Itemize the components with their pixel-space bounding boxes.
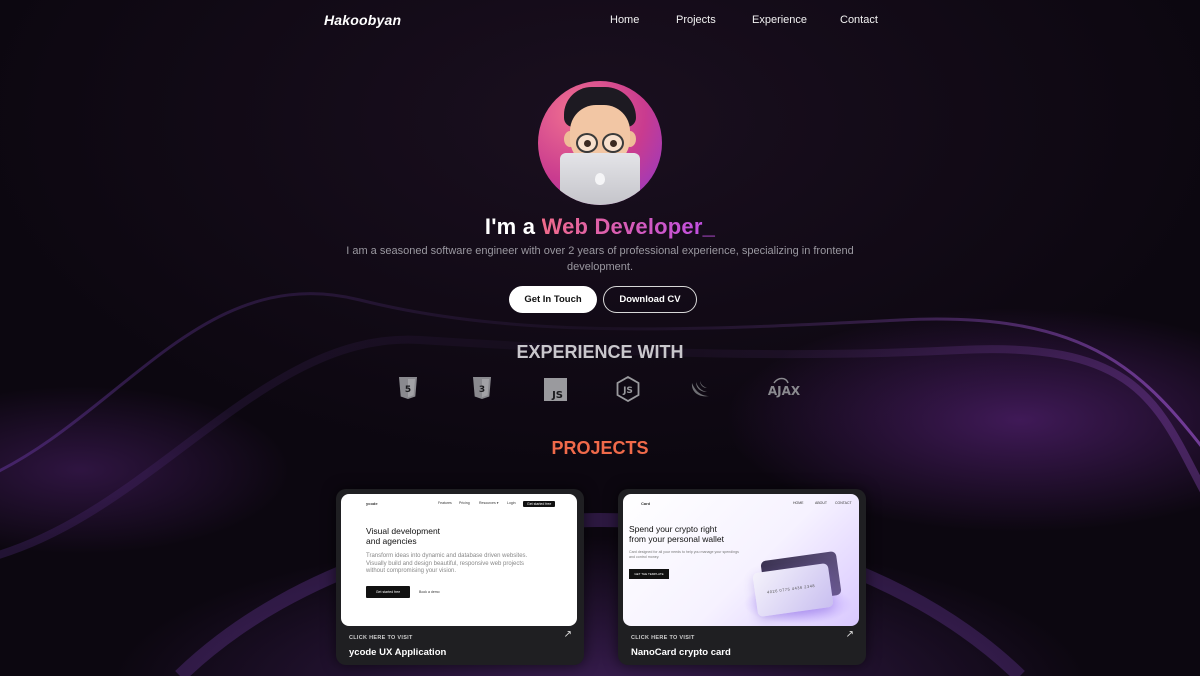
ajax-icon: AJAX [764, 377, 804, 401]
projects-title: PROJECTS [551, 438, 649, 458]
hero-title: I'm a Web Developer_ [0, 214, 1200, 240]
hero-title-prefix: I'm a [484, 214, 536, 239]
preview-secondary-button: Book a demo [419, 590, 440, 594]
avatar-glasses-right [602, 133, 624, 153]
preview-nav-item: Pricing [459, 501, 470, 505]
preview-navbar: ycode Features Pricing Resources ▾ Login… [341, 499, 577, 509]
project-preview-nanocard: Card HOME ABOUT CONTACT Spend your crypt… [623, 494, 859, 626]
svg-text:JS: JS [551, 390, 563, 401]
preview-primary-button: Get started free [366, 586, 410, 598]
css3-icon: 3 [470, 377, 494, 401]
experience-title: EXPERIENCE WITH [516, 342, 684, 362]
preview-nav-item: ABOUT [815, 501, 828, 505]
nav-link-projects[interactable]: Projects [676, 14, 716, 26]
preview-brand: ycode [366, 501, 378, 506]
apple-logo-icon [595, 173, 605, 185]
external-link-arrow-icon[interactable]: ↗ [846, 629, 854, 640]
html5-icon: 5 [396, 377, 420, 401]
download-cv-button[interactable]: Download CV [603, 286, 697, 313]
get-in-touch-button[interactable]: Get In Touch [509, 286, 597, 313]
avatar-glasses-left [576, 133, 598, 153]
jquery-icon [689, 377, 713, 401]
preview-paragraph: Transform ideas into dynamic and databas… [366, 553, 528, 574]
typing-cursor: _ [702, 214, 716, 239]
project-card-title: NanoCard crypto card [631, 647, 731, 658]
preview-heading: Spend your crypto right from your person… [629, 524, 724, 544]
project-card-title: ycode UX Application [349, 647, 447, 658]
nav-link-experience[interactable]: Experience [752, 14, 807, 26]
preview-nav-item: Login [507, 501, 516, 505]
nav-link-home[interactable]: Home [610, 14, 639, 26]
preview-card-number: 4026 0775 4436 2348 [766, 582, 816, 595]
hero-subtitle: I am a seasoned software engineer with o… [346, 245, 854, 273]
preview-brand: Card [641, 501, 651, 506]
nav-link-contact[interactable]: Contact [840, 14, 878, 26]
preview-paragraph: Card designed for all your needs to help… [629, 550, 739, 559]
preview-navbar: Card HOME ABOUT CONTACT [623, 499, 859, 509]
preview-nav-item: CONTACT [835, 501, 852, 505]
preview-heading: Visual development and agencies [366, 526, 441, 546]
project-card-ycode[interactable]: ycode Features Pricing Resources ▾ Login… [336, 489, 584, 665]
javascript-icon: JS [543, 377, 567, 401]
svg-text:5: 5 [405, 385, 411, 395]
project-card-nanocard[interactable]: Card HOME ABOUT CONTACT Spend your crypt… [618, 489, 866, 665]
preview-nav-item: HOME [793, 501, 804, 505]
avatar [538, 81, 662, 205]
svg-text:AJAX: AJAX [768, 384, 801, 398]
site-logo[interactable]: Hakoobyan [324, 12, 401, 28]
preview-nav-item: Features [438, 501, 452, 505]
avatar-laptop [560, 153, 640, 205]
project-preview-ycode: ycode Features Pricing Resources ▾ Login… [341, 494, 577, 626]
preview-nav-item: Resources ▾ [479, 501, 499, 505]
svg-text:3: 3 [479, 385, 485, 395]
hero-title-highlight: Web Developer [541, 214, 703, 239]
external-link-arrow-icon[interactable]: ↗ [564, 629, 572, 640]
preview-cta: Get started free [523, 501, 556, 507]
svg-text:JS: JS [622, 386, 633, 396]
top-navbar: Hakoobyan Home Projects Experience Conta… [0, 0, 1200, 40]
project-card-caption: CLICK HERE TO VISIT [349, 635, 413, 641]
nodejs-icon: JS [616, 376, 640, 402]
project-card-caption: CLICK HERE TO VISIT [631, 635, 695, 641]
preview-button: GET THE TEMPLATE [629, 569, 669, 579]
